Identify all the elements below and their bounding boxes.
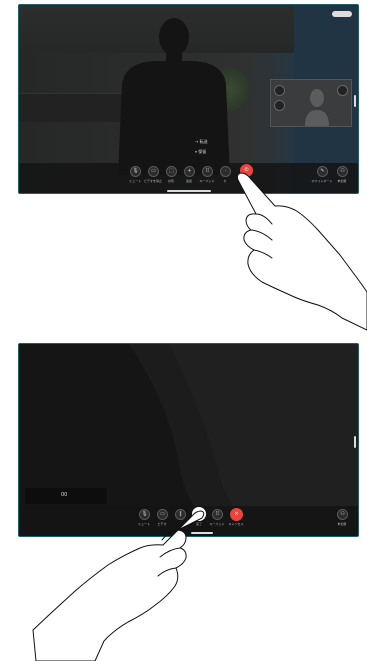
pen-icon: ✎ (320, 168, 325, 174)
keypad-icon: ⠿ (205, 168, 210, 174)
video-label: ビデオ (157, 522, 167, 526)
people-icon: ⚇ (340, 511, 345, 517)
self-view-mute-icon[interactable] (274, 100, 285, 111)
caption-bar: 00 (25, 488, 107, 504)
microphone-icon: 🎙 (141, 511, 148, 517)
microphone-icon: 🎙 (132, 168, 139, 174)
self-view-person (305, 89, 329, 126)
call-screen-top: → 転送 ⏸ 保留 🎙 ミュート ▭ ビデオを停止 ⬚ 共有 + 追加 ⠿ キー… (18, 4, 359, 194)
call-screen-bottom: 00 🎙 ミュート ▭ ビデオ ‖ ✓ 完了 ⠿ キーパッド × キャンセル ⚇… (18, 343, 359, 537)
plus-icon: + (187, 168, 192, 174)
pointing-hand-top (236, 172, 367, 331)
camera-icon: ▭ (151, 168, 156, 174)
self-view-minimize-icon[interactable] (274, 85, 285, 96)
end-call-icon: ✆ (244, 167, 249, 173)
share-icon: ⬚ (169, 168, 174, 174)
end-call-button[interactable]: ✆ (240, 164, 253, 177)
hold-button[interactable]: ‖ (175, 509, 186, 520)
remote-participant (118, 18, 230, 175)
share-button[interactable]: ⬚ (166, 166, 177, 177)
add-button[interactable]: + (184, 166, 195, 177)
complete-transfer-button[interactable]: ✓ (192, 507, 206, 521)
camera-icon: ▭ (160, 511, 165, 517)
participants-button[interactable]: ⚇ (337, 166, 348, 177)
status-badge (332, 11, 352, 17)
call-toolbar: 🎙 ミュート ▭ ビデオを停止 ⬚ 共有 + 追加 ⠿ キーパッド · カ ✆ … (19, 163, 358, 193)
check-icon: ✓ (196, 510, 202, 517)
close-icon: × (234, 511, 239, 517)
hold-option[interactable]: ⏸ 保留 (195, 147, 208, 157)
whiteboard-button[interactable]: ✎ (317, 166, 328, 177)
more-button[interactable]: · (220, 166, 231, 177)
mute-button[interactable]: 🎙 (139, 509, 150, 520)
more-label: カ (223, 179, 227, 183)
participants-label: 参加者 (337, 522, 347, 526)
caption-text: 00 (61, 492, 68, 498)
stop-video-button[interactable]: ▭ (148, 166, 159, 177)
keypad-button[interactable]: ⠿ (202, 166, 213, 177)
more-icon: · (224, 168, 227, 174)
side-handle[interactable] (354, 436, 356, 448)
video-button[interactable]: ▭ (157, 509, 168, 520)
participants-label: 参加者 (337, 179, 347, 183)
cancel-label: キャンセル (228, 522, 244, 526)
keypad-button[interactable]: ⠿ (212, 509, 223, 520)
side-handle[interactable] (354, 95, 356, 107)
self-view[interactable] (270, 79, 352, 127)
keypad-icon: ⠿ (215, 511, 220, 517)
people-icon: ⚇ (340, 168, 345, 174)
call-options-menu: → 転送 ⏸ 保留 (195, 137, 208, 157)
mute-button[interactable]: 🎙 (130, 166, 141, 177)
transfer-option[interactable]: → 転送 (195, 137, 208, 147)
cancel-button[interactable]: × (230, 508, 243, 521)
pause-icon: ‖ (179, 511, 182, 517)
participants-button[interactable]: ⚇ (337, 509, 348, 520)
call-toolbar: 🎙 ミュート ▭ ビデオ ‖ ✓ 完了 ⠿ キーパッド × キャンセル ⚇ 参加… (19, 506, 358, 536)
home-indicator[interactable] (167, 190, 211, 192)
self-view-close-icon[interactable] (337, 85, 348, 96)
home-indicator[interactable] (191, 532, 213, 534)
